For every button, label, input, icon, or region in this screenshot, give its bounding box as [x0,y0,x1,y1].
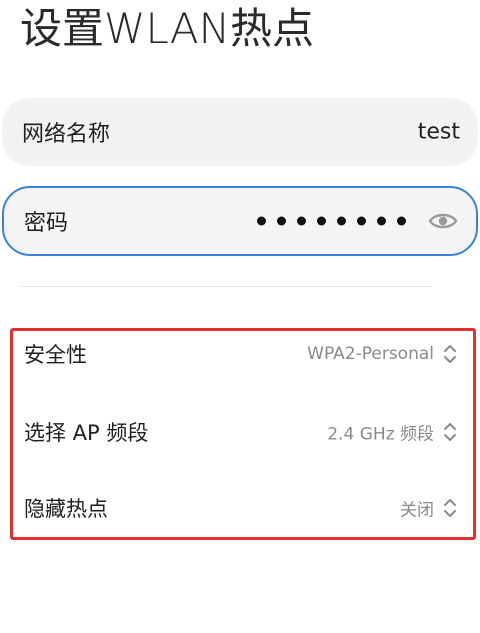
password-dot [317,216,326,226]
ap-band-label: 选择 AP 频段 [24,421,149,445]
security-label: 安全性 [24,343,87,367]
network-name-value[interactable]: test [418,120,460,145]
password-field[interactable]: 密码 [2,186,478,256]
page-title: 设置WLAN热点 [20,4,315,53]
hidden-hotspot-label: 隐藏热点 [24,497,108,521]
password-label: 密码 [24,211,69,236]
chevron-updown-icon[interactable] [442,342,458,366]
ap-band-value[interactable]: 2.4 GHz 频段 [327,420,434,445]
network-name-label: 网络名称 [22,122,111,147]
password-dot [277,216,286,226]
eye-icon[interactable] [428,211,458,231]
chevron-updown-icon[interactable] [442,496,458,520]
password-dot [337,216,346,226]
password-dot [257,216,266,226]
ap-band-setting[interactable]: 选择 AP 频段 2.4 GHz 频段 [0,412,480,452]
hidden-hotspot-setting[interactable]: 隐藏热点 关闭 [0,488,480,528]
chevron-updown-icon[interactable] [442,420,458,444]
network-name-field[interactable]: 网络名称 test [2,98,478,166]
hidden-hotspot-value[interactable]: 关闭 [400,496,434,521]
divider [20,286,432,287]
password-dot [357,216,366,226]
password-dot [297,216,306,226]
password-dot [397,216,406,226]
password-dot [377,216,386,226]
password-masked-value[interactable] [257,216,406,226]
security-setting[interactable]: 安全性 WPA2-Personal [0,334,480,374]
security-value[interactable]: WPA2-Personal [307,344,434,364]
